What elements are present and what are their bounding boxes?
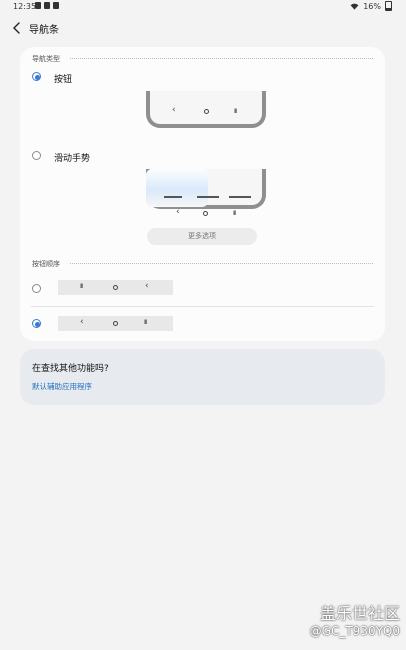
home-icon xyxy=(113,285,118,290)
button-order-option-2-radio[interactable] xyxy=(32,319,41,328)
home-icon xyxy=(113,321,118,326)
nav-type-buttons-radio[interactable] xyxy=(32,72,41,81)
watermark-handle: @GC_T930YQ0 xyxy=(309,624,400,638)
back-icon: ‹ xyxy=(176,207,180,217)
notification-icon xyxy=(35,2,41,9)
gesture-highlight xyxy=(146,169,208,207)
divider xyxy=(70,58,373,59)
wifi-icon xyxy=(350,3,359,10)
status-right: 16% xyxy=(350,1,392,11)
nav-type-buttons-label: 按钮 xyxy=(54,75,73,85)
recents-icon: III xyxy=(234,108,237,115)
gesture-line xyxy=(229,196,251,198)
default-assist-app-link[interactable]: 默认辅助应用程序 xyxy=(32,381,92,392)
buttons-preview: ‹ III xyxy=(146,91,266,128)
back-button[interactable] xyxy=(10,20,24,34)
status-time: 12:35 xyxy=(13,2,37,11)
gesture-line xyxy=(164,196,182,198)
nav-type-header: 导航类型 xyxy=(32,55,60,63)
notification-icon xyxy=(53,2,59,9)
more-options-button[interactable]: 更多选项 xyxy=(147,228,257,245)
recents-icon: III xyxy=(233,210,236,217)
back-icon: ‹ xyxy=(145,281,149,291)
watermark-title: 盖乐世社区 xyxy=(319,604,400,623)
help-card: 在查找其他功能吗? 默认辅助应用程序 xyxy=(20,349,385,405)
page-title: 导航条 xyxy=(29,25,59,36)
app-bar: 导航条 xyxy=(0,18,406,38)
chevron-left-icon xyxy=(13,22,20,34)
nav-type-gestures-radio[interactable] xyxy=(32,151,41,160)
gesture-line xyxy=(197,196,219,198)
button-order-option-2-preview[interactable]: ‹ III xyxy=(58,316,173,331)
home-icon xyxy=(203,211,208,216)
gestures-preview xyxy=(146,169,266,209)
back-icon: ‹ xyxy=(80,317,84,327)
battery-icon xyxy=(385,1,392,11)
help-question: 在查找其他功能吗? xyxy=(32,364,109,374)
notification-icons xyxy=(35,2,59,9)
watermark: 盖乐世社区 @GC_T930YQ0 xyxy=(310,600,400,638)
recents-icon: III xyxy=(80,283,83,290)
home-icon xyxy=(204,109,209,114)
notification-icon xyxy=(44,2,50,9)
battery-label: 16% xyxy=(363,1,381,11)
settings-card: 导航类型 按钮 ‹ III 滑动手势 ‹ III 更多选项 按钮顺序 III ‹… xyxy=(20,47,385,341)
divider xyxy=(31,306,374,307)
nav-type-gestures-label: 滑动手势 xyxy=(54,154,91,164)
button-order-option-1-radio[interactable] xyxy=(32,284,41,293)
status-bar: 12:35 16% xyxy=(0,0,406,13)
button-order-header: 按钮顺序 xyxy=(32,260,60,268)
recents-icon: III xyxy=(144,319,147,326)
button-order-option-1-preview[interactable]: III ‹ xyxy=(58,280,173,295)
divider xyxy=(70,263,373,264)
back-icon: ‹ xyxy=(172,105,176,115)
